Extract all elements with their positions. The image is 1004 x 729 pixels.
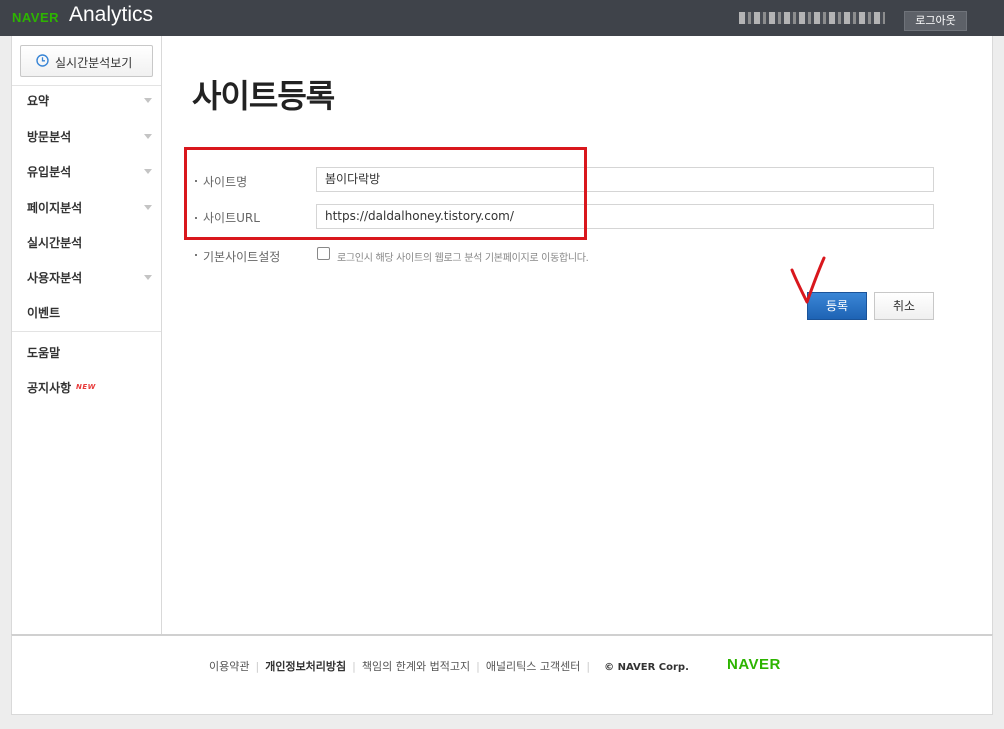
bullet-dot (195, 254, 197, 256)
sidebar-item-label: 사용자분석 (27, 271, 83, 285)
footer-link-privacy[interactable]: 개인정보처리방침 (265, 658, 346, 674)
sidebar-item-label: 도움말 (27, 346, 61, 360)
footer-link-legal[interactable]: 책임의 한계와 법적고지 (362, 658, 470, 674)
footer-separator: | (255, 660, 260, 673)
naver-logo[interactable]: NAVER (12, 10, 59, 25)
logout-button[interactable]: 로그아웃 (904, 11, 967, 31)
sidebar-item-notice[interactable]: 공지사항 NEW (12, 370, 161, 405)
sidebar-item-visit-analysis[interactable]: 방문분석 (12, 119, 161, 154)
main-container: 실시간분석보기 요약 방문분석 유입분석 페이지분석 실시간분석 사용자분석 이… (11, 36, 993, 634)
sidebar-item-summary[interactable]: 요약 (12, 83, 161, 118)
masked-user-id (739, 12, 885, 24)
realtime-analysis-button[interactable]: 실시간분석보기 (20, 45, 153, 77)
clock-icon (36, 54, 49, 67)
footer-link-support[interactable]: 애널리틱스 고객센터 (486, 658, 581, 674)
sidebar-item-label: 방문분석 (27, 130, 72, 144)
chevron-down-icon (144, 98, 152, 103)
page-title: 사이트등록 (192, 77, 335, 115)
chevron-down-icon (144, 169, 152, 174)
sidebar-item-label: 유입분석 (27, 165, 72, 179)
highlight-annotation-box (184, 147, 587, 240)
sidebar-item-label: 페이지분석 (27, 201, 83, 215)
analytics-product-title[interactable]: Analytics (69, 3, 153, 27)
sidebar-divider (12, 331, 161, 332)
footer-naver-logo[interactable]: NAVER (727, 656, 781, 673)
chevron-down-icon (144, 134, 152, 139)
sidebar-item-help[interactable]: 도움말 (12, 335, 161, 370)
default-site-checkbox[interactable] (317, 247, 330, 260)
footer-separator: | (352, 660, 356, 673)
sidebar: 실시간분석보기 요약 방문분석 유입분석 페이지분석 실시간분석 사용자분석 이… (12, 36, 162, 634)
default-site-label: 기본사이트설정 (203, 250, 281, 264)
top-bar: NAVER Analytics 로그아웃 (0, 0, 1004, 36)
footer-separator: | (586, 660, 591, 673)
footer: 이용약관 | 개인정보처리방침 | 책임의 한계와 법적고지 | 애널리틱스 고객센터 | © … (11, 634, 993, 715)
default-site-description: 로그인시 해당 사이트의 웹로그 분석 기본페이지로 이동합니다. (337, 253, 589, 264)
footer-separator: | (476, 660, 480, 673)
sidebar-item-label: 실시간분석 (27, 236, 83, 250)
sidebar-item-event[interactable]: 이벤트 (12, 295, 161, 330)
sidebar-item-realtime-analysis[interactable]: 실시간분석 (12, 225, 161, 260)
sidebar-item-label: 요약 (27, 94, 50, 108)
sidebar-item-label: 이벤트 (27, 306, 61, 320)
realtime-analysis-label: 실시간분석보기 (55, 56, 133, 70)
footer-links: 이용약관 | 개인정보처리방침 | 책임의 한계와 법적고지 | 애널리틱스 고객센터 | © … (209, 658, 689, 674)
chevron-down-icon (144, 275, 152, 280)
sidebar-item-inflow-analysis[interactable]: 유입분석 (12, 154, 161, 189)
checkmark-annotation-icon (790, 256, 826, 304)
sidebar-item-user-analysis[interactable]: 사용자분석 (12, 260, 161, 295)
footer-copyright: © NAVER Corp. (604, 662, 689, 673)
cancel-button[interactable]: 취소 (874, 292, 934, 320)
new-badge: NEW (76, 383, 96, 391)
sidebar-item-page-analysis[interactable]: 페이지분석 (12, 190, 161, 225)
footer-link-terms[interactable]: 이용약관 (209, 658, 249, 674)
chevron-down-icon (144, 205, 152, 210)
sidebar-item-label: 공지사항 (27, 381, 72, 395)
